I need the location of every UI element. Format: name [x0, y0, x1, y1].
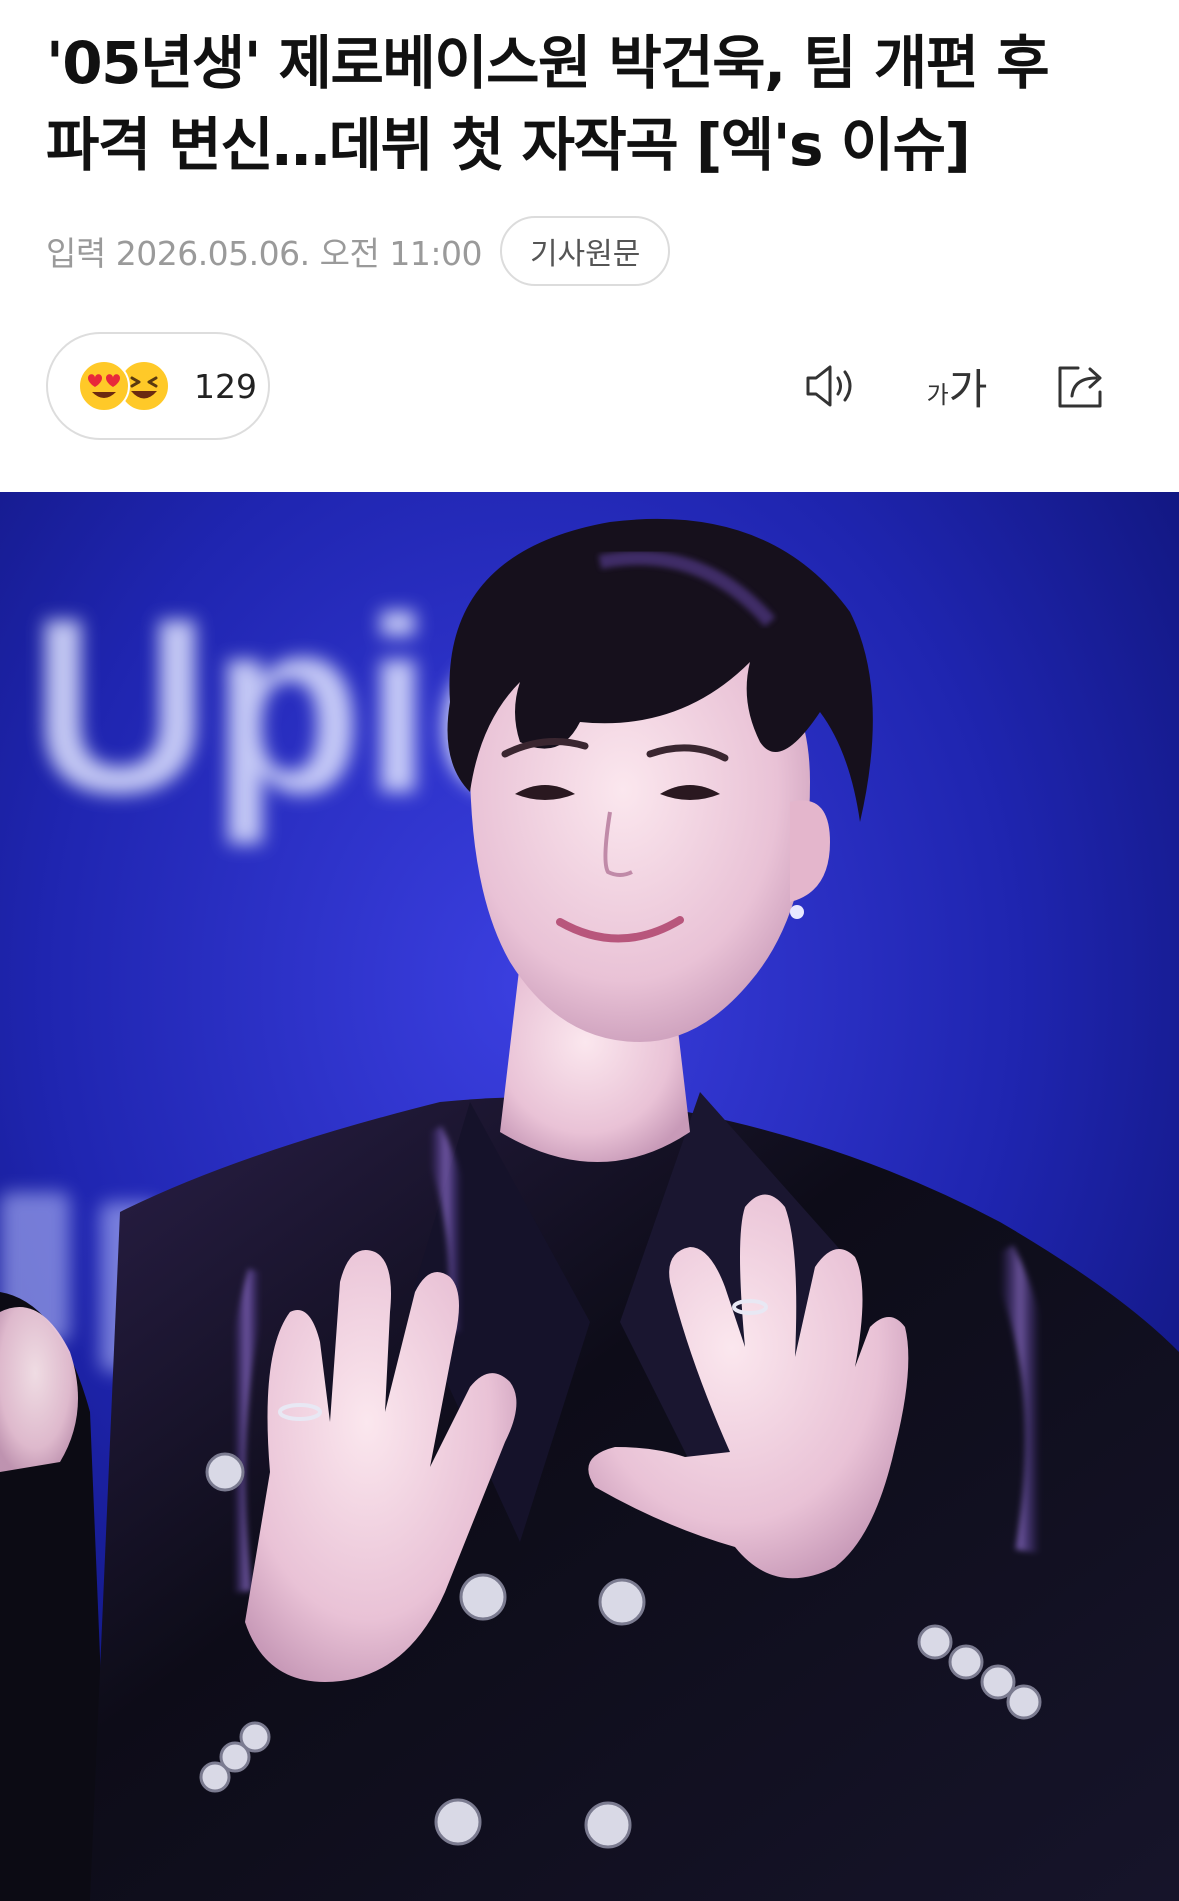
article-headline: '05년생' 제로베이스원 박건욱, 팀 개편 후 파격 변신…데뷔 첫 자작곡… [46, 22, 1146, 186]
article-action-bar: 129 가 가 [0, 332, 1179, 442]
share-icon[interactable] [1050, 354, 1114, 418]
article-page: '05년생' 제로베이스원 박건욱, 팀 개편 후 파격 변신…데뷔 첫 자작곡… [0, 0, 1179, 1901]
font-size-small-glyph: 가 [926, 380, 949, 409]
headline-line-1: '05년생' 제로베이스원 박건욱, 팀 개편 후 [46, 29, 1050, 97]
font-size-icon[interactable]: 가 가 [920, 354, 994, 418]
reaction-button[interactable]: 129 [46, 332, 270, 440]
font-size-big-glyph: 가 [948, 364, 988, 414]
article-meta: 입력 2026.05.06. 오전 11:00 기사원문 [46, 216, 671, 286]
heart-eyes-emoji [78, 360, 130, 412]
original-article-button[interactable]: 기사원문 [499, 216, 671, 286]
reaction-count: 129 [194, 366, 257, 406]
reaction-emojis [78, 358, 178, 414]
speaker-icon[interactable] [800, 354, 864, 418]
article-photo: Upic [0, 492, 1179, 1901]
photo-illustration: Upic [0, 492, 1179, 1901]
publish-date: 입력 2026.05.06. 오전 11:00 [46, 234, 482, 273]
headline-line-2: 파격 변신…데뷔 첫 자작곡 [엑's 이슈] [46, 111, 971, 179]
